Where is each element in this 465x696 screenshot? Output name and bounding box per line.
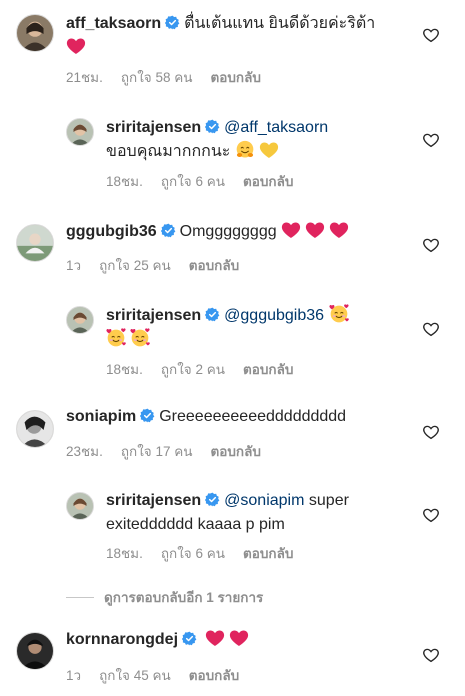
comment-text: aff_taksaorn ตื่นเต้นแทน ยินดีด้วยค่ะริต้… xyxy=(66,12,406,60)
like-heart-icon[interactable] xyxy=(422,131,440,149)
reply-button[interactable]: ตอบกลับ xyxy=(189,258,239,273)
username[interactable]: kornnarongdej xyxy=(66,631,178,648)
reply-button[interactable]: ตอบกลับ xyxy=(243,362,293,377)
avatar[interactable] xyxy=(66,492,94,520)
red-heart-icon xyxy=(229,628,249,648)
like-heart-icon[interactable] xyxy=(422,506,440,524)
comment-text: sriritajensen @aff_taksaorn ขอบคุณมากกกนะ xyxy=(106,116,406,164)
like-count[interactable]: ถูกใจ 6 คน xyxy=(161,546,225,561)
comment-text: sriritajensen @soniapim super exitedddddd… xyxy=(106,489,406,537)
comment-meta: 18ชม. ถูกใจ 6 คน ตอบกลับ xyxy=(106,542,311,564)
comment-meta: 21ชม. ถูกใจ 58 คน ตอบกลับ xyxy=(66,66,279,88)
comment-meta: 1ว ถูกใจ 45 คน ตอบกลับ xyxy=(66,664,257,686)
like-count[interactable]: ถูกใจ 25 คน xyxy=(99,258,171,273)
username[interactable]: aff_taksaorn xyxy=(66,15,161,32)
avatar[interactable] xyxy=(16,410,54,448)
like-heart-icon[interactable] xyxy=(422,423,440,441)
view-more-replies-label: ดูการตอบกลับอีก 1 รายการ xyxy=(104,590,264,605)
comment-meta: 18ชม. ถูกใจ 2 คน ตอบกลับ xyxy=(106,358,311,380)
like-heart-icon[interactable] xyxy=(422,26,440,44)
reply-button[interactable]: ตอบกลับ xyxy=(243,174,293,189)
like-count[interactable]: ถูกใจ 45 คน xyxy=(99,668,171,683)
avatar[interactable] xyxy=(66,118,94,146)
like-count[interactable]: ถูกใจ 6 คน xyxy=(161,174,225,189)
red-heart-icon xyxy=(305,220,325,240)
like-heart-icon[interactable] xyxy=(422,646,440,664)
mention-link[interactable]: @gggubgib36 xyxy=(224,307,324,324)
comment-meta: 1ว ถูกใจ 25 คน ตอบกลับ xyxy=(66,254,257,276)
comment-time[interactable]: 23ชม. xyxy=(66,444,103,459)
divider-line xyxy=(66,596,94,598)
username[interactable]: gggubgib36 xyxy=(66,223,157,240)
comment-body: ตื่นเต้นแทน ยินดีด้วยค่ะริต้า xyxy=(184,15,376,32)
red-heart-icon xyxy=(205,628,225,648)
comment-body: Greeeeeeeeeeddddddddd xyxy=(159,408,347,425)
username[interactable]: soniapim xyxy=(66,408,136,425)
username[interactable]: sriritajensen xyxy=(106,492,201,509)
avatar[interactable] xyxy=(16,632,54,670)
red-heart-icon xyxy=(66,36,86,56)
username[interactable]: sriritajensen xyxy=(106,119,201,136)
verified-badge-icon xyxy=(165,15,180,30)
comment-time[interactable]: 1ว xyxy=(66,668,81,683)
like-count[interactable]: ถูกใจ 58 คน xyxy=(121,70,193,85)
username[interactable]: sriritajensen xyxy=(106,307,201,324)
verified-badge-icon xyxy=(140,408,155,423)
comment-time[interactable]: 21ชม. xyxy=(66,70,103,85)
reply-button[interactable]: ตอบกลับ xyxy=(210,70,260,85)
comment-body: Omgggggggg xyxy=(179,223,277,240)
smiling-face-with-hearts-icon xyxy=(106,328,126,348)
reply-button[interactable]: ตอบกลับ xyxy=(189,668,239,683)
red-heart-icon xyxy=(281,220,301,240)
comment-text: gggubgib36 Omgggggggg xyxy=(66,220,406,244)
comment-text: soniapim Greeeeeeeeeeddddddddd xyxy=(66,405,406,429)
avatar[interactable] xyxy=(16,14,54,52)
mention-link[interactable]: @aff_taksaorn xyxy=(224,119,328,136)
hugging-face-icon xyxy=(235,140,255,160)
comment-time[interactable]: 18ชม. xyxy=(106,174,143,189)
verified-badge-icon xyxy=(205,119,220,134)
mention-link[interactable]: @soniapim xyxy=(224,492,304,509)
red-heart-icon xyxy=(329,220,349,240)
comment-time[interactable]: 18ชม. xyxy=(106,362,143,377)
like-heart-icon[interactable] xyxy=(422,236,440,254)
verified-badge-icon xyxy=(205,492,220,507)
like-count[interactable]: ถูกใจ 2 คน xyxy=(161,362,225,377)
avatar[interactable] xyxy=(16,224,54,262)
comment-text: kornnarongdej xyxy=(66,628,406,652)
comment-text: sriritajensen @gggubgib36 xyxy=(106,304,406,352)
comment-time[interactable]: 18ชม. xyxy=(106,546,143,561)
comment-body: ขอบคุณมากกกนะ xyxy=(106,143,231,160)
comment-meta: 23ชม. ถูกใจ 17 คน ตอบกลับ xyxy=(66,440,279,462)
smiling-face-with-hearts-icon xyxy=(329,304,349,324)
like-count[interactable]: ถูกใจ 17 คน xyxy=(121,444,193,459)
smiling-face-with-hearts-icon xyxy=(130,328,150,348)
view-more-replies-button[interactable]: ดูการตอบกลับอีก 1 รายการ xyxy=(66,586,263,608)
avatar[interactable] xyxy=(66,306,94,334)
verified-badge-icon xyxy=(161,223,176,238)
yellow-heart-icon xyxy=(259,140,279,160)
verified-badge-icon xyxy=(205,307,220,322)
comment-time[interactable]: 1ว xyxy=(66,258,81,273)
reply-button[interactable]: ตอบกลับ xyxy=(243,546,293,561)
reply-button[interactable]: ตอบกลับ xyxy=(210,444,260,459)
verified-badge-icon xyxy=(182,631,197,646)
like-heart-icon[interactable] xyxy=(422,320,440,338)
comment-meta: 18ชม. ถูกใจ 6 คน ตอบกลับ xyxy=(106,170,311,192)
